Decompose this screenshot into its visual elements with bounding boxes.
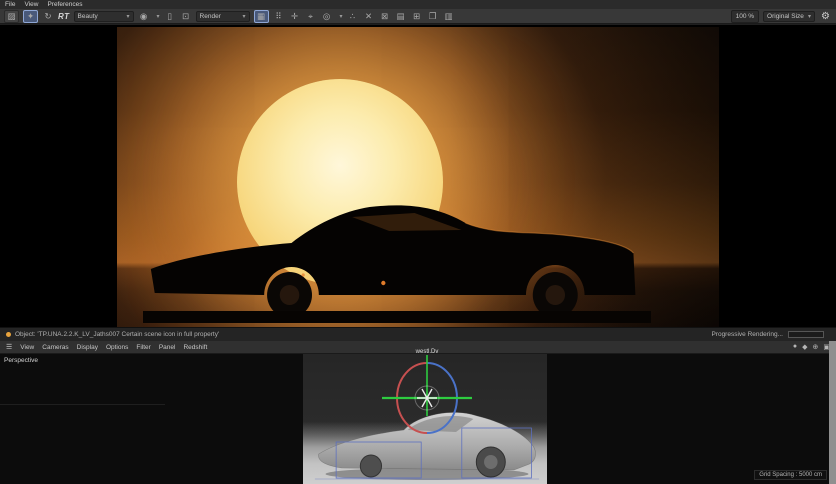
viewport-corner-icons: ● ◆ ⊕ ▣ xyxy=(793,343,830,351)
status-object-message: Object: 'TP.UNA.2.2.K_LV_Jaths007 Certai… xyxy=(15,331,220,338)
restart-render-icon[interactable]: ↻ xyxy=(42,11,54,22)
viewport-backdrop-left xyxy=(0,354,303,484)
image-size-value: Original Size xyxy=(767,12,804,20)
hamburger-icon[interactable]: ☰ xyxy=(6,343,12,351)
backdrop-edge-line xyxy=(0,404,165,405)
zoom-level-field[interactable]: 100 % xyxy=(730,9,760,23)
save-image-button[interactable]: ▨ xyxy=(4,9,19,23)
vp-menu-display[interactable]: Display xyxy=(77,344,98,351)
car-silhouette xyxy=(143,205,651,323)
chevron-down-icon[interactable]: ▾ xyxy=(157,13,160,20)
pixel-probe-icon[interactable]: ⌖ xyxy=(305,11,317,22)
status-bar: Object: 'TP.UNA.2.2.K_LV_Jaths007 Certai… xyxy=(0,327,836,341)
vp-menu-options[interactable]: Options xyxy=(106,344,128,351)
chevron-down-icon: ▾ xyxy=(808,13,812,20)
gear-icon[interactable]: ⚙ xyxy=(821,11,830,22)
fit-view-icon[interactable]: ✕ xyxy=(363,11,375,22)
vp-menu-view[interactable]: View xyxy=(20,344,34,351)
menu-file[interactable]: File xyxy=(5,0,15,9)
progress-bar xyxy=(788,331,824,338)
viewport-stage: westl.Dv xyxy=(303,349,547,484)
chevron-down-icon: ▾ xyxy=(242,13,246,20)
vp-menu-cameras[interactable]: Cameras xyxy=(42,344,68,351)
rt-toggle[interactable]: RT xyxy=(58,12,70,21)
bucket-icon: ▦ xyxy=(257,10,266,21)
save-image-icon: ▨ xyxy=(7,10,16,21)
bucket-toggle-button[interactable]: ▦ xyxy=(253,9,269,23)
menu-bar: File View Preferences xyxy=(0,0,836,9)
panel-copy-icon[interactable]: ❐ xyxy=(427,11,439,22)
crop-region-icon[interactable]: ⊡ xyxy=(180,11,192,22)
render-mode-dropdown[interactable]: Render ▾ xyxy=(195,10,250,22)
vp-menu-redshift[interactable]: Redshift xyxy=(183,344,207,351)
panel-layout-icon[interactable]: ▤ xyxy=(395,11,407,22)
progress-label: Progressive Rendering... xyxy=(711,331,783,338)
grid-spacing-readout: Grid Spacing : 5000 cm xyxy=(754,470,827,480)
record-icon[interactable]: ● xyxy=(793,343,797,351)
render-canvas[interactable] xyxy=(0,25,836,327)
rotate-gizmo[interactable]: westl.Dv xyxy=(379,346,475,456)
snapshot-button[interactable]: ✦ xyxy=(23,9,38,23)
axis-icon[interactable]: ⊕ xyxy=(813,343,819,351)
menu-preferences[interactable]: Preferences xyxy=(47,0,82,9)
render-mode-value: Render xyxy=(199,12,221,20)
vp-menu-panel[interactable]: Panel xyxy=(159,344,176,351)
filter-icon[interactable]: ◎ xyxy=(321,11,333,22)
vp-menu-filter[interactable]: Filter xyxy=(136,344,150,351)
panel-split-icon[interactable]: ▥ xyxy=(443,11,455,22)
perspective-viewport[interactable]: westl.Dv Perspective Grid Spacing : 5000… xyxy=(0,349,836,484)
grid-icon[interactable]: ⠿ xyxy=(273,11,285,22)
expand-view-icon[interactable]: ⊠ xyxy=(379,11,391,22)
menu-view[interactable]: View xyxy=(24,0,38,9)
panel-add-icon[interactable]: ⊞ xyxy=(411,11,423,22)
chevron-down-icon: ▾ xyxy=(126,13,130,20)
image-size-dropdown[interactable]: Original Size ▾ xyxy=(763,10,816,22)
render-view-window: File View Preferences ▨ ✦ ↻ RT Beauty ▾ … xyxy=(0,0,836,484)
dots-icon[interactable]: ∴ xyxy=(347,11,359,22)
aov-dropdown-value: Beauty xyxy=(77,12,98,20)
window-edge-strip xyxy=(829,341,836,484)
pan-icon[interactable]: ✛ xyxy=(289,11,301,22)
pin-icon[interactable]: ▯ xyxy=(164,11,176,22)
chevron-down-icon[interactable]: ▾ xyxy=(340,13,343,20)
rendered-image[interactable] xyxy=(117,27,719,327)
gizmo-object-label: westl.Dv xyxy=(415,349,439,355)
gem-icon[interactable]: ◆ xyxy=(802,343,807,351)
aov-dropdown[interactable]: Beauty ▾ xyxy=(73,10,134,22)
display-mode-icon[interactable]: ◉ xyxy=(138,11,150,22)
view-label[interactable]: Perspective xyxy=(4,357,38,364)
warning-dot-icon xyxy=(6,332,11,337)
toolbar: ▨ ✦ ↻ RT Beauty ▾ ◉ ▾ ▯ ⊡ Render ▾ ▦ ⠿ ✛… xyxy=(0,9,836,33)
viewport-backdrop-right xyxy=(547,354,836,484)
snapshot-icon: ✦ xyxy=(26,10,35,21)
